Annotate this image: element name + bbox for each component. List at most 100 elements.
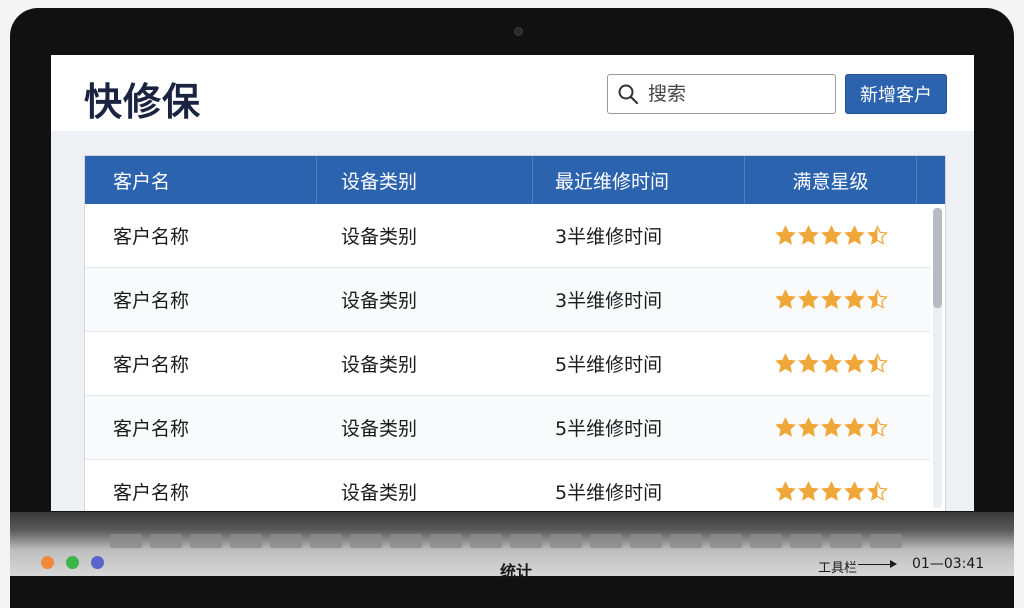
dock-app-icon[interactable]	[710, 534, 742, 548]
table-row[interactable]: 客户名称 设备类别 5半维修时间	[85, 332, 930, 396]
dock-app-icon[interactable]	[310, 534, 342, 548]
star-full-icon	[797, 417, 819, 437]
dock-app-icon[interactable]	[790, 534, 822, 548]
rating-stars	[774, 289, 888, 310]
rating-cell	[745, 332, 917, 396]
star-half-icon	[866, 481, 888, 501]
table-body: 客户名称 设备类别 3半维修时间 客户名称 设备类别 3半维修时间 客户名称 设…	[85, 204, 930, 511]
customer-name-cell: 客户名称	[113, 418, 190, 440]
dock-app-icon[interactable]	[670, 534, 702, 548]
rating-stars	[774, 417, 888, 438]
last-repair-cell: 5半维修时间	[555, 354, 663, 376]
star-half-icon	[866, 289, 888, 309]
dock-app-icon[interactable]	[750, 534, 782, 548]
device-category-cell: 设备类别	[341, 418, 418, 440]
device-category-cell: 设备类别	[341, 354, 418, 376]
app-header: 快修保 新增客户	[51, 55, 974, 131]
dock-app-icon[interactable]	[390, 534, 422, 548]
last-repair-cell: 3半维修时间	[555, 226, 663, 248]
rating-cell	[745, 204, 917, 268]
content-area: 客户名 设备类别 最近维修时间 满意星级 客户名称 设备类别 3半维修时间 客户…	[51, 131, 974, 511]
taskbar-tools-label[interactable]: 工具栏	[818, 557, 857, 576]
star-half-icon	[866, 353, 888, 373]
app-window: 快修保 新增客户 客户名 设备类别 最近维修时间 满意星级 客户名称 设备类别	[51, 55, 974, 511]
rating-cell	[745, 396, 917, 460]
dock-app-icon[interactable]	[470, 534, 502, 548]
dock-app-icon[interactable]	[270, 534, 302, 548]
star-full-icon	[843, 353, 865, 373]
star-full-icon	[797, 353, 819, 373]
last-repair-cell: 5半维修时间	[555, 418, 663, 440]
dock-app-icon[interactable]	[110, 534, 142, 548]
star-full-icon	[774, 225, 796, 245]
dock-app-icon[interactable]	[630, 534, 662, 548]
star-full-icon	[774, 353, 796, 373]
star-full-icon	[843, 225, 865, 245]
search-input[interactable]	[648, 83, 828, 105]
dock-app-icon[interactable]	[230, 534, 262, 548]
window-minimize-dot[interactable]	[66, 556, 79, 569]
dock-app-icon[interactable]	[590, 534, 622, 548]
dock-app-icon[interactable]	[830, 534, 862, 548]
add-customer-button[interactable]: 新增客户	[845, 74, 947, 114]
device-category-cell: 设备类别	[341, 226, 418, 248]
customer-name-cell: 客户名称	[113, 354, 190, 376]
rating-stars	[774, 225, 888, 246]
customer-name-cell: 客户名称	[113, 290, 190, 312]
star-full-icon	[797, 289, 819, 309]
rating-stars	[774, 353, 888, 374]
taskbar-time: 01—03:41	[912, 556, 985, 572]
window-close-dot[interactable]	[41, 556, 54, 569]
dock-app-icon[interactable]	[430, 534, 462, 548]
arrow-icon	[858, 564, 892, 565]
rating-cell	[745, 460, 917, 512]
star-full-icon	[797, 481, 819, 501]
last-repair-cell: 3半维修时间	[555, 290, 663, 312]
star-full-icon	[843, 289, 865, 309]
column-header-rating[interactable]: 满意星级	[745, 156, 917, 204]
star-full-icon	[797, 225, 819, 245]
table-row[interactable]: 客户名称 设备类别 5半维修时间	[85, 460, 930, 511]
rating-cell	[745, 268, 917, 332]
search-box[interactable]	[607, 74, 836, 114]
star-half-icon	[866, 417, 888, 437]
customer-name-cell: 客户名称	[113, 226, 190, 248]
device-category-cell: 设备类别	[341, 290, 418, 312]
star-full-icon	[774, 481, 796, 501]
arrow-head-icon	[890, 560, 897, 568]
taskbar-title: 统计	[500, 562, 533, 581]
last-repair-cell: 5半维修时间	[555, 482, 663, 504]
column-header-category[interactable]: 设备类别	[317, 156, 533, 204]
camera-icon	[514, 27, 523, 36]
dock-app-icon[interactable]	[350, 534, 382, 548]
customer-table: 客户名 设备类别 最近维修时间 满意星级 客户名称 设备类别 3半维修时间 客户…	[84, 155, 946, 511]
star-full-icon	[843, 481, 865, 501]
dock-app-icon[interactable]	[510, 534, 542, 548]
star-full-icon	[820, 417, 842, 437]
dock-app-icon[interactable]	[550, 534, 582, 548]
star-full-icon	[843, 417, 865, 437]
customer-name-cell: 客户名称	[113, 482, 190, 504]
column-header-last-repair[interactable]: 最近维修时间	[533, 156, 745, 204]
table-row[interactable]: 客户名称 设备类别 5半维修时间	[85, 396, 930, 460]
column-header-spacer	[917, 156, 945, 204]
star-full-icon	[774, 417, 796, 437]
scrollbar-thumb[interactable]	[933, 208, 942, 308]
table-row[interactable]: 客户名称 设备类别 3半维修时间	[85, 204, 930, 268]
table-header: 客户名 设备类别 最近维修时间 满意星级	[85, 156, 945, 204]
dock-app-icon[interactable]	[190, 534, 222, 548]
dock-app-icon[interactable]	[870, 534, 902, 548]
star-full-icon	[820, 225, 842, 245]
column-header-customer[interactable]: 客户名	[85, 156, 317, 204]
star-full-icon	[774, 289, 796, 309]
search-icon[interactable]	[608, 75, 648, 113]
window-maximize-dot[interactable]	[91, 556, 104, 569]
star-full-icon	[820, 289, 842, 309]
device-category-cell: 设备类别	[341, 482, 418, 504]
dock-app-icon[interactable]	[150, 534, 182, 548]
star-full-icon	[820, 481, 842, 501]
dock-strip	[110, 534, 930, 550]
star-full-icon	[820, 353, 842, 373]
table-scrollbar[interactable]	[933, 208, 942, 508]
table-row[interactable]: 客户名称 设备类别 3半维修时间	[85, 268, 930, 332]
